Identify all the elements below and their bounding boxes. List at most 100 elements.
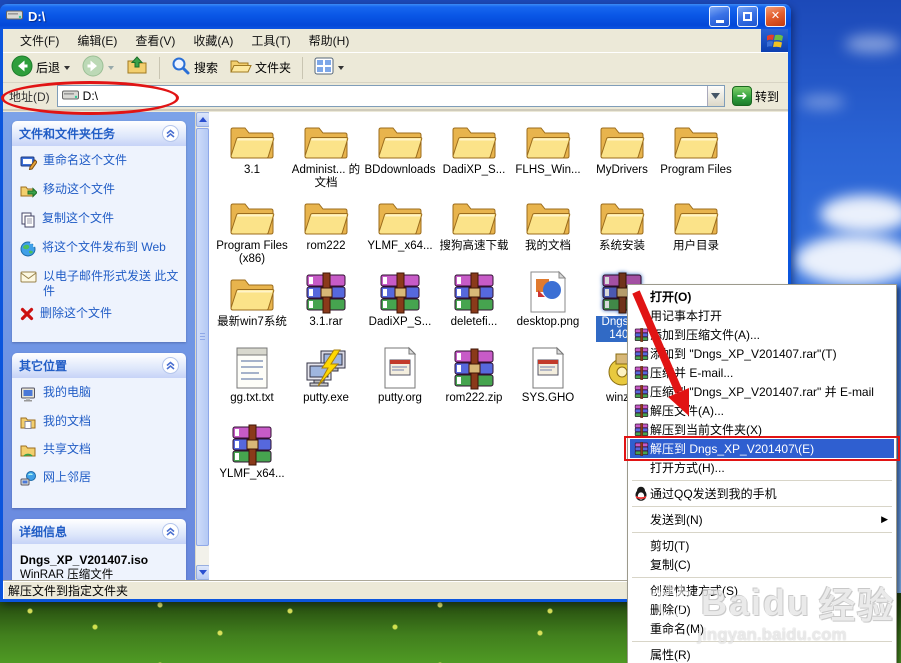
- file-item[interactable]: DadiXP_S...: [363, 268, 437, 329]
- file-label: 我的文档: [511, 240, 585, 253]
- back-button[interactable]: 后退: [7, 53, 74, 82]
- folders-label: 文件夹: [255, 59, 291, 76]
- task-link[interactable]: 复制这个文件: [20, 211, 180, 233]
- menubar-item-0[interactable]: 文件(F): [11, 29, 68, 52]
- menubar-item-4[interactable]: 工具(T): [242, 29, 299, 52]
- task-link[interactable]: 我的电脑: [20, 385, 180, 407]
- task-link[interactable]: 我的文档: [20, 414, 180, 435]
- file-item[interactable]: SYS.GHO: [511, 344, 585, 405]
- file-item[interactable]: Program Files: [659, 116, 733, 177]
- menu-item-label: 通过QQ发送到我的手机: [650, 485, 777, 502]
- context-menu-item-20[interactable]: 重命名(M): [630, 619, 894, 638]
- context-menu-item-5[interactable]: 压缩到 "Dngs_XP_V201407.rar" 并 E-mail: [630, 382, 894, 401]
- file-item[interactable]: Administ... 的文档: [289, 116, 363, 190]
- menubar-item-5[interactable]: 帮助(H): [300, 29, 359, 52]
- context-menu-item-16[interactable]: 复制(C): [630, 555, 894, 574]
- file-item[interactable]: desktop.png: [511, 268, 585, 329]
- menu-item-label: 打开(O): [650, 288, 691, 305]
- context-menu-item-22[interactable]: 属性(R): [630, 645, 894, 663]
- context-menu-item-2[interactable]: 添加到压缩文件(A)...: [630, 325, 894, 344]
- file-item[interactable]: DadiXP_S...: [437, 116, 511, 177]
- context-menu-item-6[interactable]: 解压文件(A)...: [630, 401, 894, 420]
- scroll-down-button[interactable]: [196, 565, 210, 580]
- file-item[interactable]: BDdownloads: [363, 116, 437, 177]
- file-item[interactable]: 系统安装: [585, 192, 659, 253]
- file-item[interactable]: 搜狗高速下载: [437, 192, 511, 253]
- forward-button[interactable]: [78, 53, 118, 82]
- task-link[interactable]: 移动这个文件: [20, 182, 180, 204]
- address-dropdown-button[interactable]: [707, 86, 724, 106]
- maximize-button[interactable]: [737, 6, 758, 27]
- menubar-item-3[interactable]: 收藏(A): [184, 29, 242, 52]
- section-header[interactable]: 详细信息: [12, 519, 186, 544]
- menu-item-label: 属性(R): [650, 646, 691, 663]
- task-label: 共享文档: [43, 442, 91, 457]
- rar-file-icon: [363, 268, 437, 314]
- views-button[interactable]: [310, 55, 348, 80]
- file-item[interactable]: 3.1.rar: [289, 268, 363, 329]
- context-menu-item-13[interactable]: 发送到(N)▶: [630, 510, 894, 529]
- file-label: MyDrivers: [585, 164, 659, 177]
- context-menu-item-11[interactable]: 通过QQ发送到我的手机: [630, 484, 894, 503]
- context-menu-item-0[interactable]: 打开(O): [630, 287, 894, 306]
- file-item[interactable]: deletefi...: [437, 268, 511, 329]
- file-item[interactable]: putty.org: [363, 344, 437, 405]
- context-menu-item-18[interactable]: 创建快捷方式(S): [630, 581, 894, 600]
- file-item[interactable]: FLHS_Win...: [511, 116, 585, 177]
- file-item[interactable]: 我的文档: [511, 192, 585, 253]
- title-bar[interactable]: D:\ ✕: [0, 4, 791, 29]
- context-menu-item-3[interactable]: 添加到 "Dngs_XP_V201407.rar"(T): [630, 344, 894, 363]
- putty-file-icon: [289, 344, 363, 390]
- folders-icon: [230, 56, 252, 79]
- task-link[interactable]: 共享文档: [20, 442, 180, 463]
- file-item[interactable]: Program Files (x86): [215, 192, 289, 266]
- context-menu-item-1[interactable]: 用记事本打开: [630, 306, 894, 325]
- folder-file-icon: [511, 192, 585, 238]
- task-pane: 文件和文件夹任务重命名这个文件移动这个文件复制这个文件将这个文件发布到 Web 以…: [3, 112, 195, 580]
- taskpane-scrollbar[interactable]: [195, 112, 209, 580]
- file-item[interactable]: 3.1: [215, 116, 289, 177]
- file-item[interactable]: 用户目录: [659, 192, 733, 253]
- collapse-button[interactable]: [162, 357, 179, 374]
- collapse-button[interactable]: [162, 523, 179, 540]
- forward-dropdown-icon[interactable]: [108, 66, 114, 70]
- file-item[interactable]: YLMF_x64...: [215, 420, 289, 481]
- section-header[interactable]: 其它位置: [12, 353, 186, 378]
- collapse-button[interactable]: [162, 125, 179, 142]
- context-menu-item-4[interactable]: 压缩并 E-mail...: [630, 363, 894, 382]
- rename-icon: [20, 154, 37, 175]
- scroll-up-button[interactable]: [196, 112, 210, 127]
- section-header[interactable]: 文件和文件夹任务: [12, 121, 186, 146]
- up-button[interactable]: [122, 54, 152, 81]
- file-item[interactable]: MyDrivers: [585, 116, 659, 177]
- views-dropdown-icon[interactable]: [338, 66, 344, 70]
- window-title: D:\: [28, 9, 702, 24]
- back-dropdown-icon[interactable]: [64, 66, 70, 70]
- scrollbar-thumb[interactable]: [196, 128, 209, 546]
- section-title: 详细信息: [19, 523, 67, 540]
- close-button[interactable]: ✕: [765, 6, 786, 27]
- drive-icon: [6, 8, 23, 26]
- context-menu-item-19[interactable]: 删除(D): [630, 600, 894, 619]
- minimize-button[interactable]: [709, 6, 730, 27]
- menu-item-label: 压缩到 "Dngs_XP_V201407.rar" 并 E-mail: [650, 383, 874, 400]
- search-button[interactable]: 搜索: [167, 54, 222, 81]
- file-item[interactable]: rom222: [289, 192, 363, 253]
- go-button[interactable]: ➜ 转到: [730, 85, 784, 107]
- task-link[interactable]: 删除这个文件: [20, 306, 180, 326]
- file-item[interactable]: 最新win7系统: [215, 268, 289, 329]
- file-item[interactable]: putty.exe: [289, 344, 363, 405]
- file-item[interactable]: rom222.zip: [437, 344, 511, 405]
- file-item[interactable]: YLMF_x64...: [363, 192, 437, 253]
- context-menu-item-15[interactable]: 剪切(T): [630, 536, 894, 555]
- menubar-item-2[interactable]: 查看(V): [126, 29, 184, 52]
- task-link[interactable]: 以电子邮件形式发送 此文件: [20, 269, 180, 299]
- menubar-item-1[interactable]: 编辑(E): [68, 29, 126, 52]
- toolbar-separator: [302, 57, 303, 79]
- file-label: 系统安装: [585, 240, 659, 253]
- folders-button[interactable]: 文件夹: [226, 54, 295, 81]
- file-item[interactable]: gg.txt.txt: [215, 344, 289, 405]
- task-link[interactable]: 重命名这个文件: [20, 153, 180, 175]
- task-link[interactable]: 将这个文件发布到 Web: [20, 240, 180, 262]
- task-link[interactable]: 网上邻居: [20, 470, 180, 492]
